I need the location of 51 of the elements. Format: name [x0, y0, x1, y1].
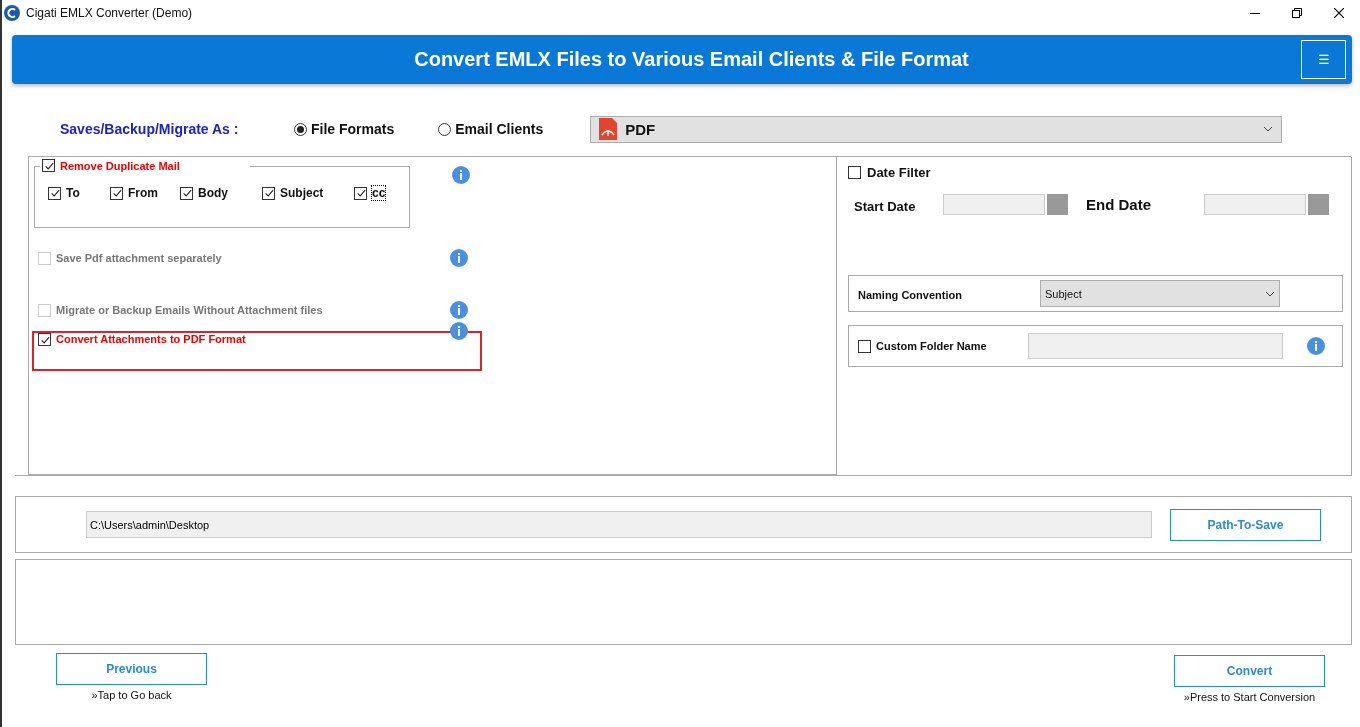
path-field[interactable]: C:\Users\admin\Desktop	[86, 511, 1152, 538]
checkbox-label: Body	[198, 186, 228, 200]
info-icon[interactable]	[452, 166, 470, 184]
chevron-down-icon	[1263, 126, 1274, 132]
info-icon[interactable]	[450, 301, 468, 319]
close-icon[interactable]	[1334, 7, 1344, 18]
menu-button[interactable]: ☰	[1301, 40, 1346, 79]
info-icon[interactable]	[450, 249, 468, 267]
start-date-field[interactable]	[943, 194, 1045, 215]
checkbox[interactable]	[848, 166, 861, 179]
checkbox-label: Subject	[280, 186, 324, 200]
checkbox-label: Save Pdf attachment separately	[56, 252, 222, 264]
checkbox-label: Migrate or Backup Emails Without Attachment files	[56, 304, 323, 316]
restore-icon[interactable]	[1292, 7, 1302, 18]
checkbox-label: From	[128, 186, 158, 200]
checkbox[interactable]	[38, 333, 51, 346]
checkbox[interactable]	[110, 186, 123, 200]
checkbox[interactable]	[858, 339, 871, 353]
path-to-save-button[interactable]: Path-To-Save	[1170, 508, 1321, 541]
start-date-label: Start Date	[853, 199, 917, 214]
header-title: Convert EMLX Files to Various Email Clients & File Format	[413, 48, 970, 71]
previous-button[interactable]: Previous	[56, 653, 207, 685]
checkbox[interactable]	[48, 186, 61, 200]
convert-button[interactable]: Convert	[1174, 655, 1325, 687]
hint-text: »Press to Start Conversion	[1183, 691, 1316, 703]
format-dropdown[interactable]: PDF	[590, 115, 1283, 143]
checkbox-label: cc	[372, 186, 386, 200]
checkbox-label: Convert Attachments to PDF Format	[56, 333, 246, 345]
hint-text: »Tap to Go back	[91, 689, 172, 701]
window-title: Cigati EMLX Converter (Demo)	[26, 5, 193, 20]
radio-label: File Formats	[311, 121, 395, 137]
app-logo-icon	[4, 4, 20, 21]
checkbox-label: Custom Folder Name	[876, 340, 987, 352]
checkbox[interactable]	[180, 186, 193, 200]
naming-convention-label: Naming Convention	[857, 288, 963, 301]
radio-label: Email Clients	[455, 121, 544, 137]
end-date-field[interactable]	[1204, 194, 1306, 215]
checkbox[interactable]	[354, 186, 367, 200]
save-as-label: Saves/Backup/Migrate As :	[60, 121, 240, 137]
naming-convention-dropdown[interactable]: Subject	[1040, 280, 1280, 307]
checkbox-label: Remove Duplicate Mail	[60, 159, 180, 172]
checkbox-label: Date Filter	[867, 165, 931, 180]
chevron-down-icon	[1265, 290, 1275, 297]
info-icon[interactable]	[1307, 337, 1325, 355]
checkbox-label: To	[66, 186, 80, 200]
checkbox[interactable]	[262, 186, 275, 200]
checkbox[interactable]	[42, 159, 55, 172]
end-date-label: End Date	[1086, 196, 1152, 213]
info-icon[interactable]	[450, 322, 468, 340]
folder-name-field[interactable]	[1028, 333, 1283, 359]
pdf-file-icon	[599, 118, 618, 140]
